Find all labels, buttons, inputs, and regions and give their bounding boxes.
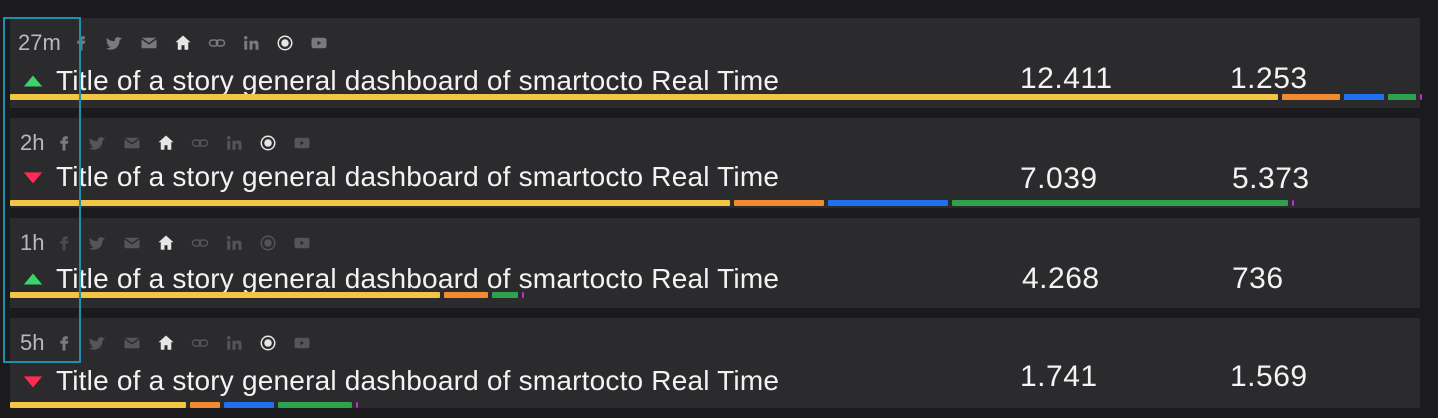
bar-segment-yellow xyxy=(10,292,440,298)
share-icons xyxy=(71,33,329,53)
youtube-icon[interactable] xyxy=(292,133,312,153)
story-row[interactable]: 5h Title of a story general dashboard of… xyxy=(10,318,1420,408)
story-title-line: Title of a story general dashboard of sm… xyxy=(22,262,779,296)
linkedin-icon[interactable] xyxy=(241,33,261,53)
twitter-icon[interactable] xyxy=(105,33,125,53)
bar-segment-magenta xyxy=(522,292,524,298)
mail-icon[interactable] xyxy=(122,133,142,153)
metric-pageviews: 1.741 xyxy=(1020,360,1098,393)
story-age: 1h xyxy=(20,230,45,255)
bar-segment-yellow xyxy=(10,94,1278,100)
share-icons xyxy=(54,133,312,153)
facebook-icon[interactable] xyxy=(54,233,74,253)
bar-segment-magenta xyxy=(356,402,358,408)
bar-segment-blue xyxy=(224,402,274,408)
story-meta: 2h xyxy=(20,130,312,156)
header-strip xyxy=(0,0,1438,18)
story-meta: 27m xyxy=(18,30,329,56)
home-icon[interactable] xyxy=(156,133,176,153)
metric-secondary: 1.253 xyxy=(1230,62,1308,95)
story-title-line: Title of a story general dashboard of sm… xyxy=(22,364,779,398)
home-icon[interactable] xyxy=(156,233,176,253)
youtube-icon[interactable] xyxy=(292,333,312,353)
story-title-line: Title of a story general dashboard of sm… xyxy=(22,64,779,98)
trend-down-icon xyxy=(22,166,44,188)
share-icons xyxy=(54,233,312,253)
bar-segment-magenta xyxy=(1420,94,1422,100)
circle-icon[interactable] xyxy=(258,133,278,153)
youtube-icon[interactable] xyxy=(309,33,329,53)
bar-segment-green xyxy=(952,200,1288,206)
metric-pageviews: 7.039 xyxy=(1020,162,1098,195)
mail-icon[interactable] xyxy=(139,33,159,53)
youtube-icon[interactable] xyxy=(292,233,312,253)
trend-up-icon xyxy=(22,70,44,92)
circle-icon[interactable] xyxy=(258,333,278,353)
bar-segment-blue xyxy=(828,200,948,206)
bar-segment-yellow xyxy=(10,200,730,206)
bar-segment-green xyxy=(278,402,352,408)
linkedin-icon[interactable] xyxy=(224,233,244,253)
facebook-icon[interactable] xyxy=(54,333,74,353)
twitter-icon[interactable] xyxy=(88,233,108,253)
bar-segment-magenta xyxy=(1292,200,1294,206)
metric-secondary: 5.373 xyxy=(1232,162,1310,195)
bar-segment-yellow xyxy=(10,402,186,408)
story-title[interactable]: Title of a story general dashboard of sm… xyxy=(56,161,779,193)
metric-pageviews: 4.268 xyxy=(1022,262,1100,295)
share-icons xyxy=(54,333,312,353)
link-icon[interactable] xyxy=(207,33,227,53)
bar-segment-orange xyxy=(190,402,220,408)
twitter-icon[interactable] xyxy=(88,133,108,153)
linkedin-icon[interactable] xyxy=(224,133,244,153)
twitter-icon[interactable] xyxy=(88,333,108,353)
story-title[interactable]: Title of a story general dashboard of sm… xyxy=(56,65,779,97)
linkedin-icon[interactable] xyxy=(224,333,244,353)
trend-up-icon xyxy=(22,268,44,290)
bar-segment-green xyxy=(1388,94,1416,100)
story-meta: 5h xyxy=(20,330,312,356)
facebook-icon[interactable] xyxy=(54,133,74,153)
traffic-source-bar xyxy=(10,402,358,408)
bar-segment-blue xyxy=(1344,94,1384,100)
traffic-source-bar xyxy=(10,292,524,298)
trend-down-icon xyxy=(22,370,44,392)
home-icon[interactable] xyxy=(173,33,193,53)
metric-secondary: 736 xyxy=(1232,262,1284,295)
mail-icon[interactable] xyxy=(122,333,142,353)
home-icon[interactable] xyxy=(156,333,176,353)
facebook-icon[interactable] xyxy=(71,33,91,53)
story-row[interactable]: 27m Title of a story general dashboard o… xyxy=(10,18,1422,108)
story-age: 5h xyxy=(20,330,45,355)
story-age: 27m xyxy=(18,30,61,55)
story-meta: 1h xyxy=(20,230,312,256)
link-icon[interactable] xyxy=(190,333,210,353)
metric-secondary: 1.569 xyxy=(1230,360,1308,393)
circle-icon[interactable] xyxy=(258,233,278,253)
bar-segment-green xyxy=(492,292,518,298)
circle-icon[interactable] xyxy=(275,33,295,53)
story-row[interactable]: 1h Title of a story general dashboard of… xyxy=(10,218,1420,308)
bar-segment-orange xyxy=(444,292,488,298)
metric-pageviews: 12.411 xyxy=(1020,62,1113,95)
story-age: 2h xyxy=(20,130,45,155)
story-title[interactable]: Title of a story general dashboard of sm… xyxy=(56,365,779,397)
bar-segment-orange xyxy=(734,200,824,206)
traffic-source-bar xyxy=(10,94,1422,100)
link-icon[interactable] xyxy=(190,133,210,153)
bar-segment-orange xyxy=(1282,94,1340,100)
story-title-line: Title of a story general dashboard of sm… xyxy=(22,160,779,194)
traffic-source-bar xyxy=(10,200,1294,206)
story-title[interactable]: Title of a story general dashboard of sm… xyxy=(56,263,779,295)
mail-icon[interactable] xyxy=(122,233,142,253)
story-row[interactable]: 2h Title of a story general dashboard of… xyxy=(10,118,1420,208)
link-icon[interactable] xyxy=(190,233,210,253)
